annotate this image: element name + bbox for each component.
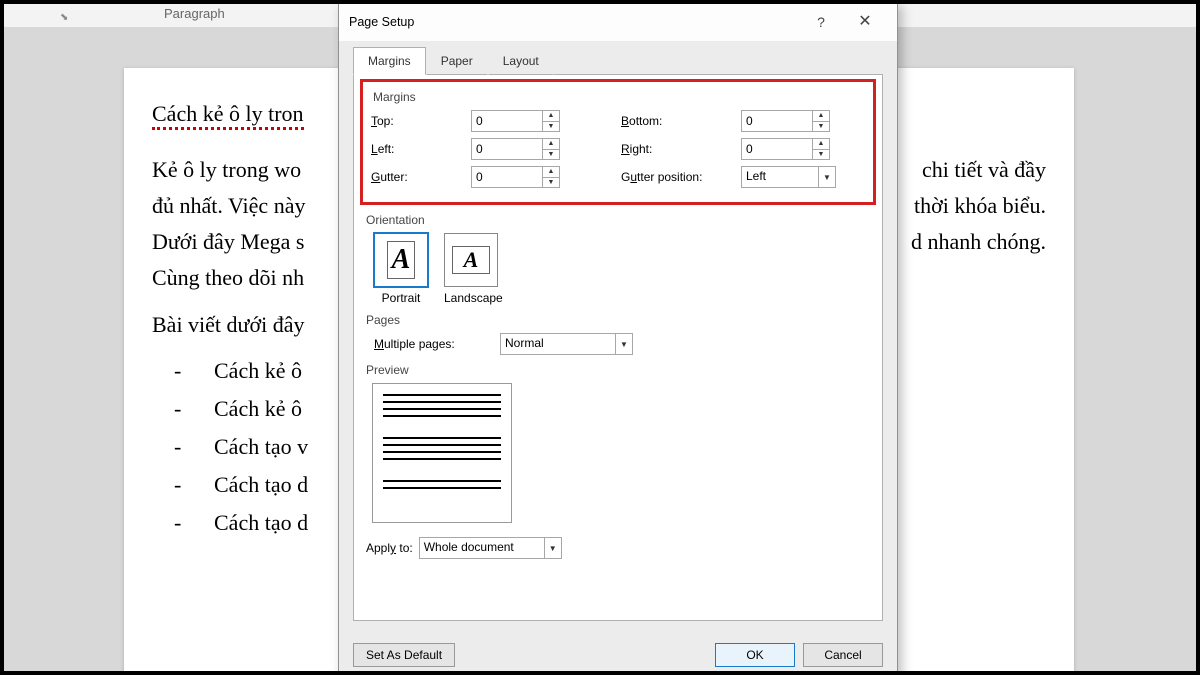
tab-paper[interactable]: Paper: [426, 47, 488, 75]
margin-bottom-field[interactable]: [742, 111, 812, 131]
margin-left-label: Left:: [371, 142, 471, 156]
orientation-landscape-icon: A: [444, 233, 498, 287]
margin-bottom-input[interactable]: ▲▼: [741, 110, 830, 132]
apply-to-label: Apply to:: [366, 541, 413, 555]
help-button[interactable]: ?: [799, 4, 843, 41]
margin-top-label: Top:: [371, 114, 471, 128]
margin-left-field[interactable]: [472, 139, 542, 159]
spin-up-icon[interactable]: ▲: [543, 167, 559, 178]
doc-text: Bài viết dưới đây: [152, 312, 304, 337]
gutter-position-label: Gutter position:: [621, 170, 741, 184]
orientation-portrait-label: Portrait: [382, 291, 421, 305]
ok-button[interactable]: OK: [715, 643, 795, 667]
multiple-pages-label: Multiple pages:: [374, 337, 494, 351]
doc-text: đủ nhất. Việc này: [152, 193, 305, 218]
doc-text: thời khóa biểu.: [914, 190, 1046, 222]
margin-left-input[interactable]: ▲▼: [471, 138, 560, 160]
doc-text: Kẻ ô ly trong wo: [152, 157, 301, 182]
dialog-launcher-icon[interactable]: ⬊: [60, 12, 68, 23]
spin-down-icon[interactable]: ▼: [543, 150, 559, 160]
dialog-title: Page Setup: [349, 4, 799, 41]
gutter-position-value: Left: [742, 167, 818, 187]
margin-top-input[interactable]: ▲▼: [471, 110, 560, 132]
margin-right-field[interactable]: [742, 139, 812, 159]
spin-down-icon[interactable]: ▼: [543, 122, 559, 132]
margins-highlight-box: Margins Top: ▲▼ Bottom: ▲▼: [360, 79, 876, 205]
doc-text: Cùng theo dõi nh: [152, 265, 304, 290]
orientation-portrait-icon: A: [374, 233, 428, 287]
gutter-input[interactable]: ▲▼: [471, 166, 560, 188]
multiple-pages-value: Normal: [501, 334, 615, 354]
gutter-position-select[interactable]: Left ▼: [741, 166, 836, 188]
spin-up-icon[interactable]: ▲: [813, 111, 829, 122]
margin-bottom-label: Bottom:: [621, 114, 741, 128]
pages-label: Pages: [366, 313, 870, 327]
cancel-button[interactable]: Cancel: [803, 643, 883, 667]
apply-to-value: Whole document: [420, 538, 544, 558]
spin-up-icon[interactable]: ▲: [813, 139, 829, 150]
gutter-field[interactable]: [472, 167, 542, 187]
chevron-down-icon[interactable]: ▼: [544, 538, 561, 558]
close-button[interactable]: ✕: [843, 4, 887, 41]
spin-down-icon[interactable]: ▼: [543, 178, 559, 188]
spin-down-icon[interactable]: ▼: [813, 122, 829, 132]
doc-text: d nhanh chóng.: [911, 226, 1046, 258]
dialog-button-bar: Set As Default OK Cancel: [353, 643, 883, 667]
multiple-pages-select[interactable]: Normal ▼: [500, 333, 633, 355]
orientation-label: Orientation: [366, 213, 870, 227]
preview-label: Preview: [366, 363, 870, 377]
orientation-portrait[interactable]: A Portrait: [374, 233, 428, 305]
tab-layout[interactable]: Layout: [488, 47, 554, 75]
spin-down-icon[interactable]: ▼: [813, 150, 829, 160]
chevron-down-icon[interactable]: ▼: [818, 167, 835, 187]
dialog-titlebar[interactable]: Page Setup ? ✕: [339, 4, 897, 41]
preview-pane: [372, 383, 512, 523]
apply-to-select[interactable]: Whole document ▼: [419, 537, 562, 559]
margins-section-label: Margins: [373, 90, 865, 104]
page-setup-dialog: Page Setup ? ✕ Margins Paper Layout Marg…: [338, 4, 898, 671]
spin-up-icon[interactable]: ▲: [543, 139, 559, 150]
tab-panel-margins: Margins Top: ▲▼ Bottom: ▲▼: [353, 75, 883, 621]
orientation-landscape[interactable]: A Landscape: [444, 233, 503, 305]
ribbon-group-paragraph: Paragraph: [164, 6, 225, 21]
doc-text: Dưới đây Mega s: [152, 229, 304, 254]
chevron-down-icon[interactable]: ▼: [615, 334, 632, 354]
margin-right-input[interactable]: ▲▼: [741, 138, 830, 160]
tab-margins[interactable]: Margins: [353, 47, 426, 75]
gutter-label: Gutter:: [371, 170, 471, 184]
dialog-tabs: Margins Paper Layout: [339, 41, 897, 75]
margin-top-field[interactable]: [472, 111, 542, 131]
margin-right-label: Right:: [621, 142, 741, 156]
set-as-default-button[interactable]: Set As Default: [353, 643, 455, 667]
spin-up-icon[interactable]: ▲: [543, 111, 559, 122]
doc-heading: Cách kẻ ô ly tron: [152, 101, 304, 130]
orientation-landscape-label: Landscape: [444, 291, 503, 305]
doc-text: chi tiết và đầy: [922, 154, 1046, 186]
